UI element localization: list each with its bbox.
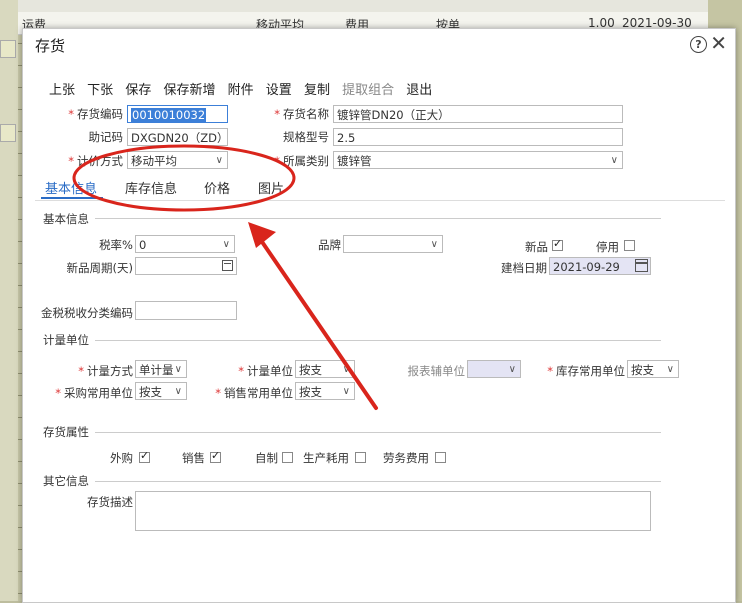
spec-label: 规格型号 — [283, 130, 329, 144]
brand-select[interactable]: ∨ — [343, 235, 443, 253]
mnemonic-label: 助记码 — [88, 130, 124, 144]
chevron-down-icon: ∨ — [342, 364, 350, 375]
pricing-label: * 计价方式 — [68, 154, 123, 168]
disabled-label: 停用 — [596, 240, 619, 254]
section-other: 其它信息 — [43, 474, 89, 488]
attr-service-checkbox[interactable] — [435, 452, 446, 463]
pricing-select[interactable]: 移动平均 ∨ — [127, 151, 228, 169]
stock-unit-select[interactable]: 按支 ∨ — [627, 360, 679, 378]
attr-sales-label: 销售 — [182, 451, 205, 465]
attr-purchase-label: 外购 — [110, 451, 133, 465]
attr-purchase-checkbox[interactable] — [139, 449, 150, 463]
new-product-checkbox[interactable] — [552, 237, 563, 251]
chevron-down-icon: ∨ — [666, 364, 674, 375]
row-header — [0, 40, 16, 58]
extract-combo-button[interactable]: 提取组合 — [342, 83, 394, 98]
new-product-label: 新品 — [525, 240, 548, 254]
chevron-down-icon: ∨ — [342, 386, 350, 397]
tab-image[interactable]: 图片 — [258, 178, 284, 197]
active-tab-indicator — [41, 197, 103, 199]
tax-code-field[interactable] — [135, 301, 237, 320]
report-unit-label: 报表辅单位 — [407, 364, 466, 378]
sales-unit-label: * 销售常用单位 — [215, 386, 293, 400]
tax-rate-label: 税率% — [99, 238, 133, 252]
category-label: * 所属类别 — [274, 154, 329, 168]
chevron-down-icon: ∨ — [174, 386, 182, 397]
created-date-label: 建档日期 — [501, 261, 547, 275]
tax-code-label: 金税税收分类编码 — [41, 306, 133, 320]
sales-unit-select[interactable]: 按支 ∨ — [295, 382, 355, 400]
section-attributes: 存货属性 — [43, 425, 89, 439]
section-divider — [95, 481, 661, 482]
measure-method-select[interactable]: 单计量 ∨ — [135, 360, 187, 378]
tax-rate-select[interactable]: 0 ∨ — [135, 235, 235, 253]
settings-button[interactable]: 设置 — [266, 83, 292, 98]
spec-field[interactable]: 2.5 — [333, 128, 623, 146]
prev-button[interactable]: 上张 — [49, 83, 75, 98]
calendar-icon[interactable] — [635, 259, 648, 272]
category-select[interactable]: 镀锌管 ∨ — [333, 151, 623, 169]
chevron-down-icon: ∨ — [430, 239, 438, 250]
purchase-unit-label: * 采购常用单位 — [55, 386, 133, 400]
toolbar: 上张 下张 保存 保存新增 附件 设置 复制 提取组合 退出 — [49, 79, 440, 98]
save-button[interactable]: 保存 — [125, 83, 151, 98]
name-label: * 存货名称 — [274, 107, 329, 121]
help-icon[interactable]: ? — [690, 36, 707, 53]
attr-sales-checkbox[interactable] — [210, 449, 221, 463]
code-field[interactable]: 0010010032 — [127, 105, 228, 123]
chevron-down-icon: ∨ — [508, 364, 516, 375]
stock-unit-label: * 库存常用单位 — [547, 364, 625, 378]
section-basic-info: 基本信息 — [43, 212, 89, 226]
chevron-down-icon: ∨ — [174, 364, 182, 375]
tab-stock-info[interactable]: 库存信息 — [125, 178, 177, 197]
tab-divider — [35, 200, 725, 201]
save-new-button[interactable]: 保存新增 — [163, 83, 215, 98]
section-unit: 计量单位 — [43, 333, 89, 347]
mnemonic-field[interactable]: DXGDN20（ZD） — [127, 128, 228, 146]
attr-production-label: 生产耗用 — [303, 451, 349, 465]
brand-label: 品牌 — [318, 238, 341, 252]
tab-basic-info[interactable]: 基本信息 — [45, 178, 97, 197]
tab-price[interactable]: 价格 — [204, 178, 230, 197]
row-header — [0, 124, 16, 142]
measure-method-label: * 计量方式 — [78, 364, 133, 378]
inventory-dialog: 存货 ? ✕ 上张 下张 保存 保存新增 附件 设置 复制 提取组合 退出 * 存… — [22, 28, 736, 603]
attr-service-label: 劳务费用 — [383, 451, 429, 465]
attr-self-made-label: 自制 — [255, 451, 278, 465]
purchase-unit-select[interactable]: 按支 ∨ — [135, 382, 187, 400]
exit-button[interactable]: 退出 — [406, 83, 432, 98]
new-period-label: 新品周期(天) — [66, 261, 133, 275]
created-date-field[interactable]: 2021-09-29 — [549, 257, 651, 275]
section-divider — [95, 340, 661, 341]
close-icon[interactable]: ✕ — [710, 31, 727, 55]
attr-production-checkbox[interactable] — [355, 452, 366, 463]
section-divider — [95, 432, 661, 433]
dialog-title: 存货 — [35, 37, 66, 55]
calculator-icon[interactable] — [222, 260, 233, 271]
attachment-button[interactable]: 附件 — [228, 83, 254, 98]
description-textarea[interactable] — [135, 491, 651, 531]
chevron-down-icon: ∨ — [215, 155, 223, 166]
attr-self-made-checkbox[interactable] — [282, 452, 293, 463]
new-period-field[interactable] — [135, 257, 237, 275]
report-unit-select[interactable]: ∨ — [467, 360, 521, 378]
background-row-headers — [0, 0, 18, 601]
name-field[interactable]: 镀锌管DN20（正大） — [333, 105, 623, 123]
section-divider — [95, 218, 661, 219]
copy-button[interactable]: 复制 — [304, 83, 330, 98]
description-label: 存货描述 — [87, 495, 133, 509]
disabled-checkbox[interactable] — [624, 240, 635, 251]
chevron-down-icon: ∨ — [610, 155, 618, 166]
measure-unit-select[interactable]: 按支 ∨ — [295, 360, 355, 378]
chevron-down-icon: ∨ — [222, 239, 230, 250]
measure-unit-label: * 计量单位 — [238, 364, 293, 378]
next-button[interactable]: 下张 — [87, 83, 113, 98]
code-label: * 存货编码 — [68, 107, 123, 121]
